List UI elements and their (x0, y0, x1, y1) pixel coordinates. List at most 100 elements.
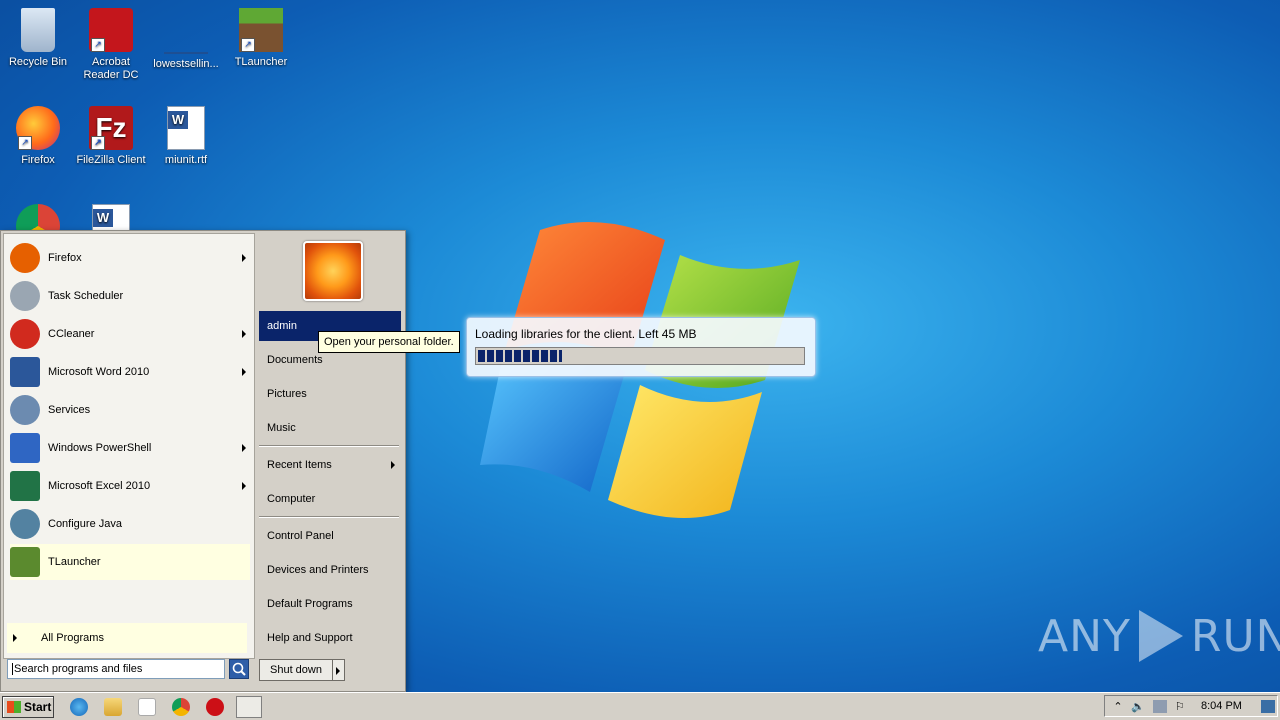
anyrun-watermark: ANY RUN (1038, 610, 1280, 662)
show-desktop-icon[interactable] (1261, 700, 1275, 713)
program-label: TLauncher (48, 556, 101, 568)
desktop-icon-label: Recycle Bin (8, 56, 68, 68)
desktop-icon-recycle-bin[interactable]: Recycle Bin (0, 8, 76, 69)
desktop-icon-word-doc[interactable]: W (73, 204, 149, 230)
media-player-icon[interactable] (138, 698, 156, 716)
places-link[interactable]: Devices and Printers (259, 555, 401, 585)
places-link-label: Music (267, 422, 296, 434)
gears-icon (10, 395, 40, 425)
program-item[interactable]: Windows PowerShell (10, 430, 250, 466)
arrow-right-icon (391, 461, 395, 469)
watermark-left: ANY (1038, 610, 1131, 662)
network-icon[interactable] (1153, 700, 1167, 713)
recycle-bin-icon (21, 8, 55, 52)
loading-progress-bar (475, 347, 805, 365)
shutdown-button[interactable]: Shut down (259, 659, 333, 681)
program-label: Windows PowerShell (48, 442, 152, 454)
program-item[interactable]: Task Scheduler (10, 278, 250, 314)
places-link[interactable]: Music (259, 413, 401, 443)
places-link-label: Computer (267, 493, 316, 505)
loading-progress-fill (478, 350, 563, 362)
desktop-icon-acrobat[interactable]: ↗ Acrobat Reader DC (73, 8, 149, 82)
filezilla-icon: Fz ↗ (89, 106, 133, 150)
desktop-icon-chrome[interactable] (0, 204, 76, 230)
program-label: CCleaner (48, 328, 95, 340)
places-link-label: Documents (267, 354, 323, 366)
places-link-label: Devices and Printers (267, 564, 369, 576)
excel-icon (10, 471, 40, 501)
play-icon (1138, 610, 1183, 662)
file-icon (164, 8, 208, 54)
separator (259, 445, 399, 447)
desktop-icon-miunit-rtf[interactable]: W miunit.rtf (148, 106, 224, 167)
chrome-icon (16, 204, 60, 230)
arrow-right-icon (242, 254, 246, 262)
places-link[interactable]: Control Panel (259, 521, 401, 551)
loading-message: Loading libraries for the client. Left 4… (475, 327, 697, 341)
places-link[interactable]: Recent Items (259, 450, 401, 480)
word-document-icon: W (92, 204, 130, 230)
word-icon (10, 357, 40, 387)
places-link[interactable]: Pictures (259, 379, 401, 409)
program-label: Microsoft Word 2010 (48, 366, 150, 378)
desktop-icon-filezilla[interactable]: Fz ↗ FileZilla Client (73, 106, 149, 167)
places-link-label: Help and Support (267, 632, 353, 644)
shutdown-options-button[interactable] (333, 659, 345, 681)
places-link-label: Pictures (267, 388, 307, 400)
places-pane: admin Documents Pictures Music Recent Items C… (257, 233, 403, 685)
program-item[interactable]: Services (10, 392, 250, 428)
powershell-icon (10, 433, 40, 463)
program-item[interactable]: Firefox (10, 240, 250, 276)
places-link[interactable]: Default Programs (259, 589, 401, 619)
program-label: Configure Java (48, 518, 122, 530)
program-item[interactable]: Microsoft Word 2010 (10, 354, 250, 390)
taskbar: Start ⌃ 🔈 ⚐ 8:04 PM (0, 692, 1280, 720)
start-menu: Firefox Task Scheduler CCleaner Microsoft W… (0, 230, 406, 692)
java-icon (10, 509, 40, 539)
places-link-label: Default Programs (267, 598, 353, 610)
program-item[interactable]: Configure Java (10, 506, 250, 542)
program-item[interactable]: Microsoft Excel 2010 (10, 468, 250, 504)
places-link-label: Recent Items (267, 459, 332, 471)
places-link[interactable]: Help and Support (259, 623, 401, 653)
ccleaner-icon (10, 319, 40, 349)
places-link-label: Control Panel (267, 530, 334, 542)
internet-explorer-icon[interactable] (70, 698, 88, 716)
program-item[interactable]: CCleaner (10, 316, 250, 352)
desktop-icon-firefox[interactable]: ↗ Firefox (0, 106, 76, 167)
program-label: Microsoft Excel 2010 (48, 480, 151, 492)
volume-icon[interactable]: 🔈 (1131, 700, 1145, 713)
program-label: Services (48, 404, 91, 416)
places-link[interactable]: Computer (259, 484, 401, 514)
all-programs-button[interactable]: All Programs (7, 623, 247, 653)
chevron-up-icon[interactable]: ⌃ (1111, 700, 1125, 713)
desktop-icon-label: FileZilla Client (76, 154, 146, 166)
chrome-icon[interactable] (172, 698, 190, 716)
java-taskbar-button[interactable] (236, 696, 262, 718)
program-item[interactable]: TLauncher (10, 544, 250, 580)
arrow-right-icon (242, 368, 246, 376)
clock-icon (10, 281, 40, 311)
search-input[interactable]: Search programs and files (7, 659, 225, 679)
desktop-icon-lowestsellin[interactable]: lowestsellin... (148, 8, 224, 71)
folder-icon[interactable] (104, 698, 122, 716)
arrow-right-icon (13, 634, 17, 642)
watermark-right: RUN (1190, 610, 1280, 662)
magnifier-icon (232, 662, 246, 676)
loading-dialog: Loading libraries for the client. Left 4… (466, 317, 816, 377)
clock[interactable]: 8:04 PM (1201, 700, 1242, 712)
search-button[interactable] (229, 659, 249, 679)
all-programs-label: All Programs (41, 632, 104, 644)
desktop-icon-tlauncher[interactable]: ↗ TLauncher (223, 8, 299, 69)
separator (259, 516, 399, 518)
system-tray: ⌃ 🔈 ⚐ 8:04 PM (1104, 695, 1278, 717)
word-document-icon: W (167, 106, 205, 150)
desktop-icon-label: Acrobat Reader DC (83, 56, 139, 81)
flag-icon[interactable]: ⚐ (1175, 700, 1189, 713)
start-button[interactable]: Start (2, 696, 54, 718)
shutdown-label: Shut down (270, 664, 322, 676)
start-label: Start (24, 700, 52, 714)
arrow-right-icon (242, 482, 246, 490)
opera-icon[interactable] (206, 698, 224, 716)
user-avatar[interactable] (303, 241, 363, 301)
